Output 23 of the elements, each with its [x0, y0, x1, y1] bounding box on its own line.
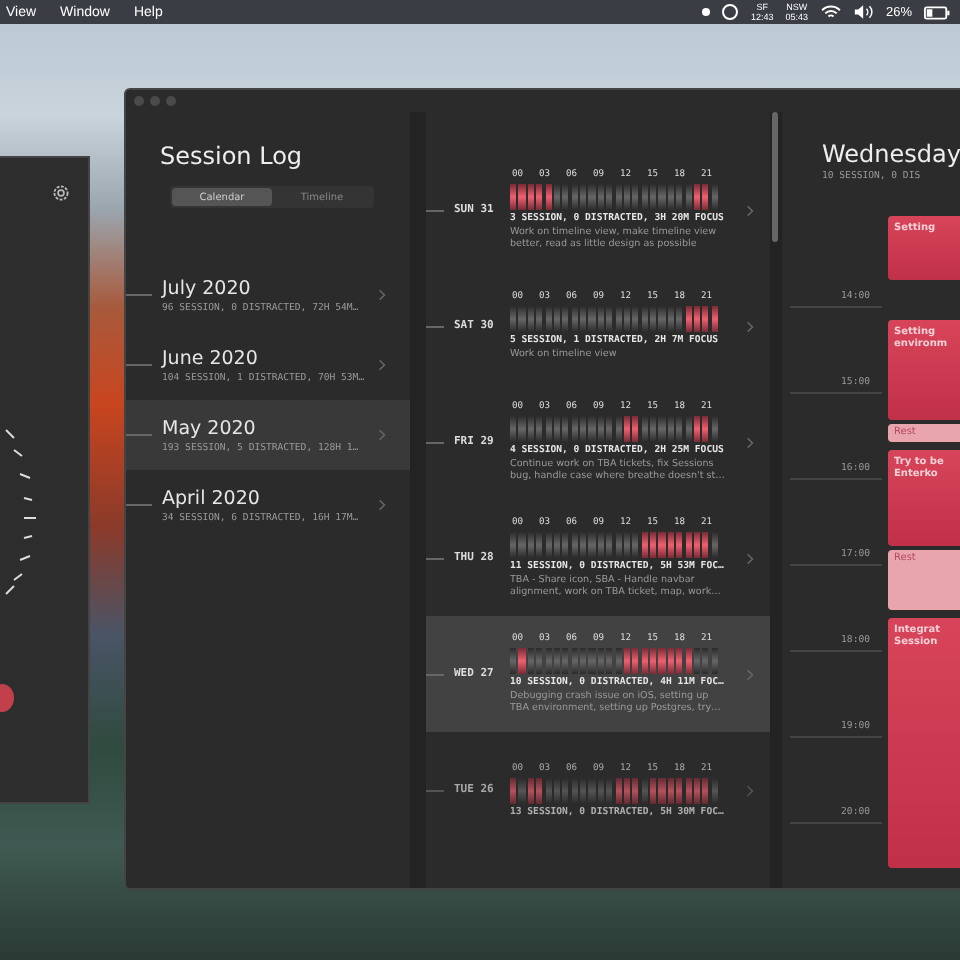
battery-icon[interactable] [924, 5, 950, 19]
day-title: Wednesday [822, 138, 960, 168]
chevron-icon [746, 667, 754, 681]
month-title: May 2020 [162, 417, 258, 439]
record-dot-icon[interactable] [702, 8, 711, 16]
chevron-icon [746, 435, 754, 449]
wifi-icon[interactable] [819, 4, 842, 20]
month-title: April 2020 [162, 487, 262, 509]
chevron-icon [746, 319, 754, 333]
chevron-icon [746, 551, 754, 565]
chevron-icon [378, 498, 386, 512]
chevron-icon [378, 358, 386, 372]
circle-icon[interactable] [722, 4, 739, 20]
month-title: July 2020 [162, 277, 253, 299]
month-title: June 2020 [162, 347, 260, 369]
chevron-icon [378, 288, 386, 302]
scrollbar-thumb[interactable] [772, 112, 778, 242]
chevron-icon [378, 428, 386, 442]
volume-icon[interactable] [853, 4, 874, 20]
chevron-icon [746, 203, 754, 217]
settings-icon[interactable] [50, 182, 72, 204]
chevron-icon [746, 783, 754, 797]
page-title: Session Log [158, 140, 305, 170]
